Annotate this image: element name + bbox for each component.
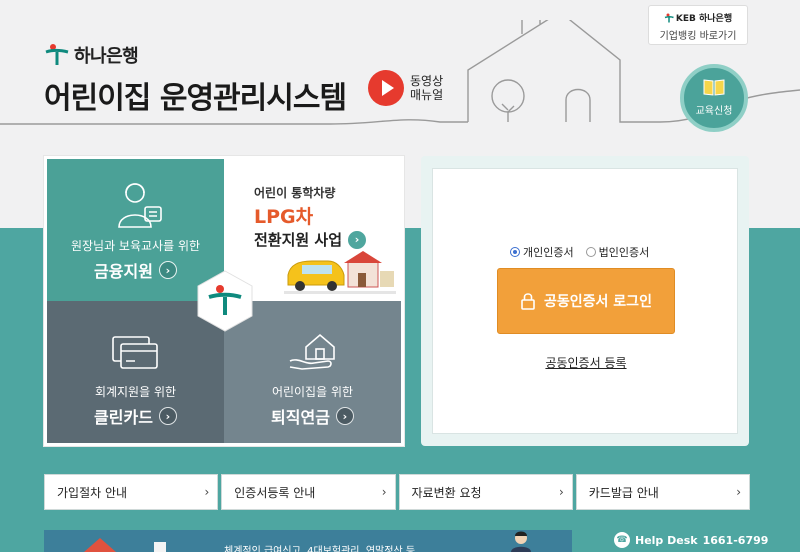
- quick-nav-card-issue[interactable]: 카드발급 안내 ›: [575, 474, 750, 510]
- quick-nav-label: 인증서등록 안내: [234, 485, 316, 500]
- radio-personal-label: 개인인증서: [523, 246, 574, 259]
- house-banner-icon: [84, 538, 166, 552]
- chevron-right-icon: ›: [381, 485, 387, 499]
- promo-lpg-sub: 어린이 통학차량: [254, 186, 336, 200]
- promo-finance-title: 금융지원: [94, 262, 153, 281]
- quick-nav-label: 카드발급 안내: [588, 485, 659, 500]
- chevron-right-icon: ›: [158, 407, 177, 425]
- corp-banking-brand: KEB 하나은행: [675, 14, 733, 24]
- quick-nav-cert-guide[interactable]: 인증서등록 안내 ›: [221, 474, 396, 510]
- login-box: 개인인증서 법인인증서 공동인증서 로그인 공동인증서 등록: [421, 156, 749, 446]
- chevron-right-icon: ›: [158, 261, 177, 279]
- promo-finance-sub: 원장님과 보육교사를 위한: [70, 239, 201, 253]
- credit-card-icon: [112, 336, 158, 369]
- quick-nav-signup-guide[interactable]: 가입절차 안내 ›: [44, 474, 219, 510]
- helpdesk: ☎ Help Desk 1661-6799: [614, 532, 768, 548]
- person-icon: [511, 531, 531, 552]
- quick-nav: 가입절차 안내 › 인증서등록 안내 › 자료변환 요청 › 카드발급 안내 ›: [44, 474, 750, 510]
- brand-name: 하나은행: [74, 46, 139, 67]
- cert-register-link[interactable]: 공동인증서 등록: [433, 354, 739, 371]
- banner-text: 체계적인 급여신고, 4대보험관리, 연말정산 등: [224, 546, 416, 552]
- education-apply-button[interactable]: 교육신청: [680, 64, 748, 132]
- radio-personal-cert[interactable]: 개인인증서: [510, 244, 574, 260]
- video-manual-label-line2: 매뉴얼: [410, 88, 444, 102]
- radio-corporate-label: 법인인증서: [598, 246, 650, 259]
- page-title: 어린이집 운영관리시스템: [44, 81, 347, 116]
- hana-bank-logo[interactable]: 하나은행: [44, 42, 139, 68]
- radio-corporate-cert[interactable]: 법인인증서: [585, 244, 650, 260]
- phone-icon: ☎: [614, 532, 630, 548]
- quick-nav-label: 가입절차 안내: [57, 485, 128, 500]
- chevron-right-icon: ›: [204, 485, 210, 499]
- hana-logo-small-icon: [664, 13, 674, 22]
- quick-nav-data-conversion[interactable]: 자료변환 요청 ›: [398, 474, 573, 510]
- promo-pension-sub: 어린이집을 위한: [271, 385, 354, 399]
- login-panel: 개인인증서 법인인증서 공동인증서 로그인 공동인증서 등록: [432, 168, 738, 434]
- education-apply-label: 교육신청: [695, 106, 733, 117]
- radio-checked-icon: [510, 247, 520, 257]
- chevron-right-icon: ›: [736, 485, 741, 499]
- corporate-banking-link[interactable]: KEB 하나은행 기업뱅킹 바로가기: [648, 5, 748, 45]
- lock-icon: [521, 293, 535, 310]
- book-icon: [703, 79, 725, 96]
- promo-pension-title: 퇴직연금: [271, 408, 330, 427]
- cert-login-button[interactable]: 공동인증서 로그인: [497, 268, 675, 334]
- bottom-banner[interactable]: 체계적인 급여신고, 4대보험관리, 연말정산 등: [44, 530, 572, 552]
- quick-nav-label: 자료변환 요청: [411, 485, 482, 500]
- hana-hexagon-logo: [197, 270, 253, 332]
- chevron-right-icon: ›: [335, 407, 354, 425]
- promo-lpg-main: 전환지원 사업: [254, 231, 343, 249]
- cert-login-label: 공동인증서 로그인: [544, 294, 652, 310]
- house-hand-icon: [289, 333, 335, 370]
- promo-grid: 원장님과 보육교사를 위한 금융지원 › 어린이 통학차량 LPG차 전환지원 …: [44, 156, 404, 446]
- play-icon: [368, 70, 404, 106]
- video-manual-button[interactable]: 동영상 매뉴얼: [368, 70, 443, 106]
- school-bus-icon: [284, 251, 396, 294]
- cert-type-selector: 개인인증서 법인인증서: [510, 244, 649, 260]
- hana-logo-icon: [45, 44, 69, 65]
- helpdesk-number[interactable]: 1661-6799: [703, 534, 769, 547]
- promo-cleancard-title: 클린카드: [94, 408, 153, 427]
- teacher-icon: [118, 183, 162, 228]
- video-manual-label-line1: 동영상: [410, 74, 444, 88]
- promo-cleancard-sub: 회계지원을 위한: [94, 385, 177, 399]
- radio-unchecked-icon: [585, 247, 596, 257]
- promo-lpg-title: LPG차: [254, 206, 314, 228]
- chevron-right-icon: ›: [348, 230, 367, 249]
- helpdesk-label: Help Desk: [635, 533, 698, 547]
- corp-banking-label: 기업뱅킹 바로가기: [659, 31, 737, 42]
- chevron-right-icon: ›: [558, 485, 564, 499]
